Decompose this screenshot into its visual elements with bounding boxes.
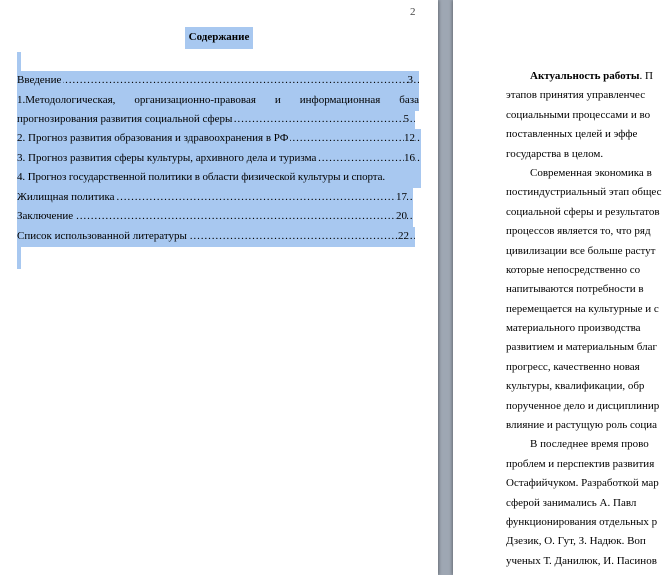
body-line: ученых Т. Данилюк, И. Пасинов xyxy=(506,554,657,567)
toc-entry-text: Список использованной литературы xyxy=(17,230,189,242)
toc-entry-page: 22 xyxy=(398,227,409,246)
body-line: этапов принятия управленчес xyxy=(506,89,646,102)
body-line: Остафийчуком. Разработкой мар xyxy=(506,477,659,490)
toc-entry-text: Жилищная политика xyxy=(17,191,117,203)
toc-leader-dots: …………………………………………………………………………………………………………… xyxy=(17,74,419,86)
toc-entry-text: прогнозирования развития социальной сфер… xyxy=(17,113,235,125)
body-line: социальной сферы и результатов xyxy=(506,205,660,218)
toc-entry-text: 4. Прогноз государственной политики в об… xyxy=(17,171,386,183)
body-line: проблем и перспектив развития xyxy=(506,457,655,470)
toc-entry-page: 3 xyxy=(407,71,413,90)
body-line: цивилизации все больше растут xyxy=(506,244,656,257)
body-line: прогресс, качественно новая xyxy=(506,360,640,373)
line-text: . П xyxy=(639,70,653,82)
body-line: постиндустриальный этап общес xyxy=(506,186,662,199)
bold-text: Актуальность работы xyxy=(530,70,640,82)
body-line: которые непосредственно со xyxy=(506,263,641,276)
toc-entry-4-line1[interactable]: 4. Прогноз государственной политики в об… xyxy=(17,168,421,188)
toc-entry-page: 20 xyxy=(396,207,407,226)
toc-leader-dots: …………………………………………………………………………………………………………… xyxy=(17,210,413,222)
toc-entry-text: Введение xyxy=(17,74,64,86)
document-page-right[interactable]: Актуальность работы. П этапов принятия у… xyxy=(453,0,667,575)
body-line: влияние и растущую роль социа xyxy=(506,419,658,432)
body-line: Дзезик, О. Гут, З. Надюк. Воп xyxy=(506,535,646,548)
toc-entry-2[interactable]: …………………………………………………………………………………………………………… xyxy=(17,129,421,149)
body-line: материального производства xyxy=(506,322,641,335)
body-line: В последнее время прово xyxy=(530,438,649,451)
toc-entry-1-line2[interactable]: …………………………………………………………………………………………………………… xyxy=(17,110,415,130)
toc-entry-text: Заключение xyxy=(17,210,76,222)
toc-entry-intro[interactable]: …………………………………………………………………………………………………………… xyxy=(17,71,419,91)
body-line: перемещается на культурные и с xyxy=(506,302,659,315)
toc-entry-text: 3. Прогноз развития сферы культуры, архи… xyxy=(17,152,319,164)
body-line: Актуальность работы. П xyxy=(453,67,667,86)
toc-entry-conclusion[interactable]: …………………………………………………………………………………………………………… xyxy=(17,207,413,227)
body-line: поставленных целей и эффе xyxy=(506,128,638,141)
toc-entry-page: 17 xyxy=(396,188,407,207)
toc-entry-text: 1.Методологическая, организационно-право… xyxy=(17,94,419,106)
body-line: социальными процессами и во xyxy=(506,108,651,121)
body-line: процессов является то, что ряд xyxy=(506,225,651,238)
document-page-left[interactable]: 2 Содержание ………………………………………………………………………… xyxy=(0,0,438,575)
toc-entry-page: 16 xyxy=(404,149,415,168)
body-text: Актуальность работы. П этапов принятия у… xyxy=(453,67,667,571)
toc-title: Содержание xyxy=(185,27,253,49)
toc-entry-4-line2[interactable]: …………………………………………………………………………………………………………… xyxy=(17,188,413,208)
toc-entry-bibliography[interactable]: …………………………………………………………………………………………………………… xyxy=(17,227,415,247)
body-line: сферой занимались А. Павл xyxy=(506,496,637,509)
body-line: напитываются потребности в xyxy=(506,283,644,296)
body-line: Современная экономика в xyxy=(530,166,652,179)
toc-entry-text: 2. Прогноз развития образования и здраво… xyxy=(17,132,291,144)
body-line: развитием и материальным благ xyxy=(506,341,657,354)
toc-entry-1-line1[interactable]: 1.Методологическая, организационно-право… xyxy=(17,91,419,111)
page-number: 2 xyxy=(410,6,416,18)
body-line: функционирования отдельных р xyxy=(506,515,658,528)
body-line: государства в целом. xyxy=(506,147,604,160)
toc-entry-page: 12 xyxy=(404,129,415,148)
body-line: культуры, квалификации, обр xyxy=(506,380,645,393)
body-line: порученное дело и дисциплинир xyxy=(506,399,660,412)
toc-entry-3[interactable]: …………………………………………………………………………………………………………… xyxy=(17,149,421,169)
toc-entry-page: 5 xyxy=(403,110,409,129)
